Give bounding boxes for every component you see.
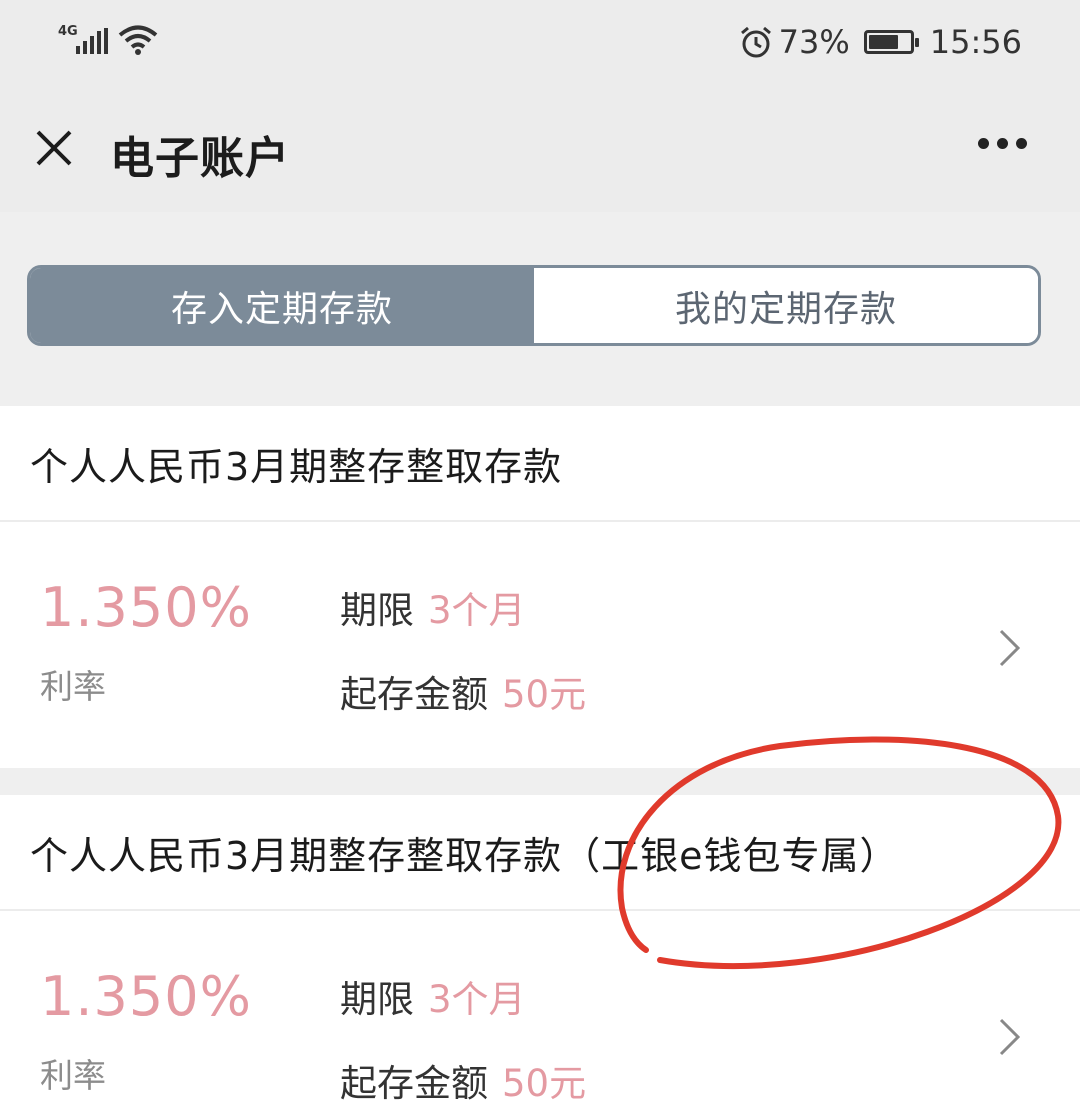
min-amount-row: 起存金额 50元 bbox=[340, 664, 586, 718]
min-amount-label: 起存金额 bbox=[340, 1062, 488, 1105]
more-dot bbox=[997, 138, 1008, 149]
clock: 15:56 bbox=[929, 23, 1022, 61]
battery-icon bbox=[863, 30, 919, 54]
product-title: 个人人民币3月期整存整取存款 bbox=[0, 406, 1080, 522]
term-row: 期限 3个月 bbox=[340, 580, 526, 634]
min-amount-row: 起存金额 50元 bbox=[340, 1053, 586, 1107]
rate-value: 1.350% bbox=[40, 576, 252, 639]
chevron-right-icon[interactable] bbox=[998, 1017, 1022, 1057]
nav-bar: 电子账户 bbox=[0, 82, 1080, 212]
chevron-right-icon[interactable] bbox=[998, 628, 1022, 668]
product-detail-link[interactable]: 1.350% 利率 期限 3个月 起存金额 50元 bbox=[0, 911, 1080, 1119]
more-icon[interactable] bbox=[978, 138, 1038, 156]
wifi-icon bbox=[118, 25, 158, 55]
page-title: 电子账户 bbox=[110, 133, 290, 184]
term-value: 3个月 bbox=[428, 978, 526, 1021]
alarm-icon bbox=[740, 26, 771, 58]
term-label: 期限 bbox=[340, 589, 414, 632]
tab-deposit-new[interactable]: 存入定期存款 bbox=[30, 268, 534, 343]
term-value: 3个月 bbox=[428, 589, 526, 632]
min-amount-value: 50元 bbox=[502, 673, 587, 716]
tab-my-deposits[interactable]: 我的定期存款 bbox=[534, 268, 1038, 343]
term-row: 期限 3个月 bbox=[340, 969, 526, 1023]
product-card: 个人人民币3月期整存整取存款 1.350% 利率 期限 3个月 起存金额 50元 bbox=[0, 406, 1080, 768]
term-label: 期限 bbox=[340, 978, 414, 1021]
battery-percent: 73% bbox=[778, 23, 850, 61]
network-type: 4G bbox=[58, 24, 78, 39]
more-dot bbox=[1016, 138, 1027, 149]
rate-value: 1.350% bbox=[40, 965, 252, 1028]
close-icon[interactable] bbox=[30, 124, 78, 172]
signal-icon: 4G bbox=[58, 24, 110, 56]
min-amount-label: 起存金额 bbox=[340, 673, 488, 716]
tab-segment: 存入定期存款 我的定期存款 bbox=[27, 265, 1041, 346]
status-right: 73% 15:56 bbox=[739, 20, 1022, 64]
product-card: 个人人民币3月期整存整取存款（工银e钱包专属） 1.350% 利率 期限 3个月 … bbox=[0, 795, 1080, 1119]
product-title: 个人人民币3月期整存整取存款（工银e钱包专属） bbox=[0, 795, 1080, 911]
battery-fill bbox=[868, 35, 898, 49]
rate-label: 利率 bbox=[40, 1056, 106, 1095]
more-dot bbox=[978, 138, 989, 149]
min-amount-value: 50元 bbox=[502, 1062, 587, 1105]
rate-label: 利率 bbox=[40, 667, 106, 706]
product-detail-link[interactable]: 1.350% 利率 期限 3个月 起存金额 50元 bbox=[0, 522, 1080, 768]
status-bar: 4G 73% 15:56 bbox=[0, 0, 1080, 82]
